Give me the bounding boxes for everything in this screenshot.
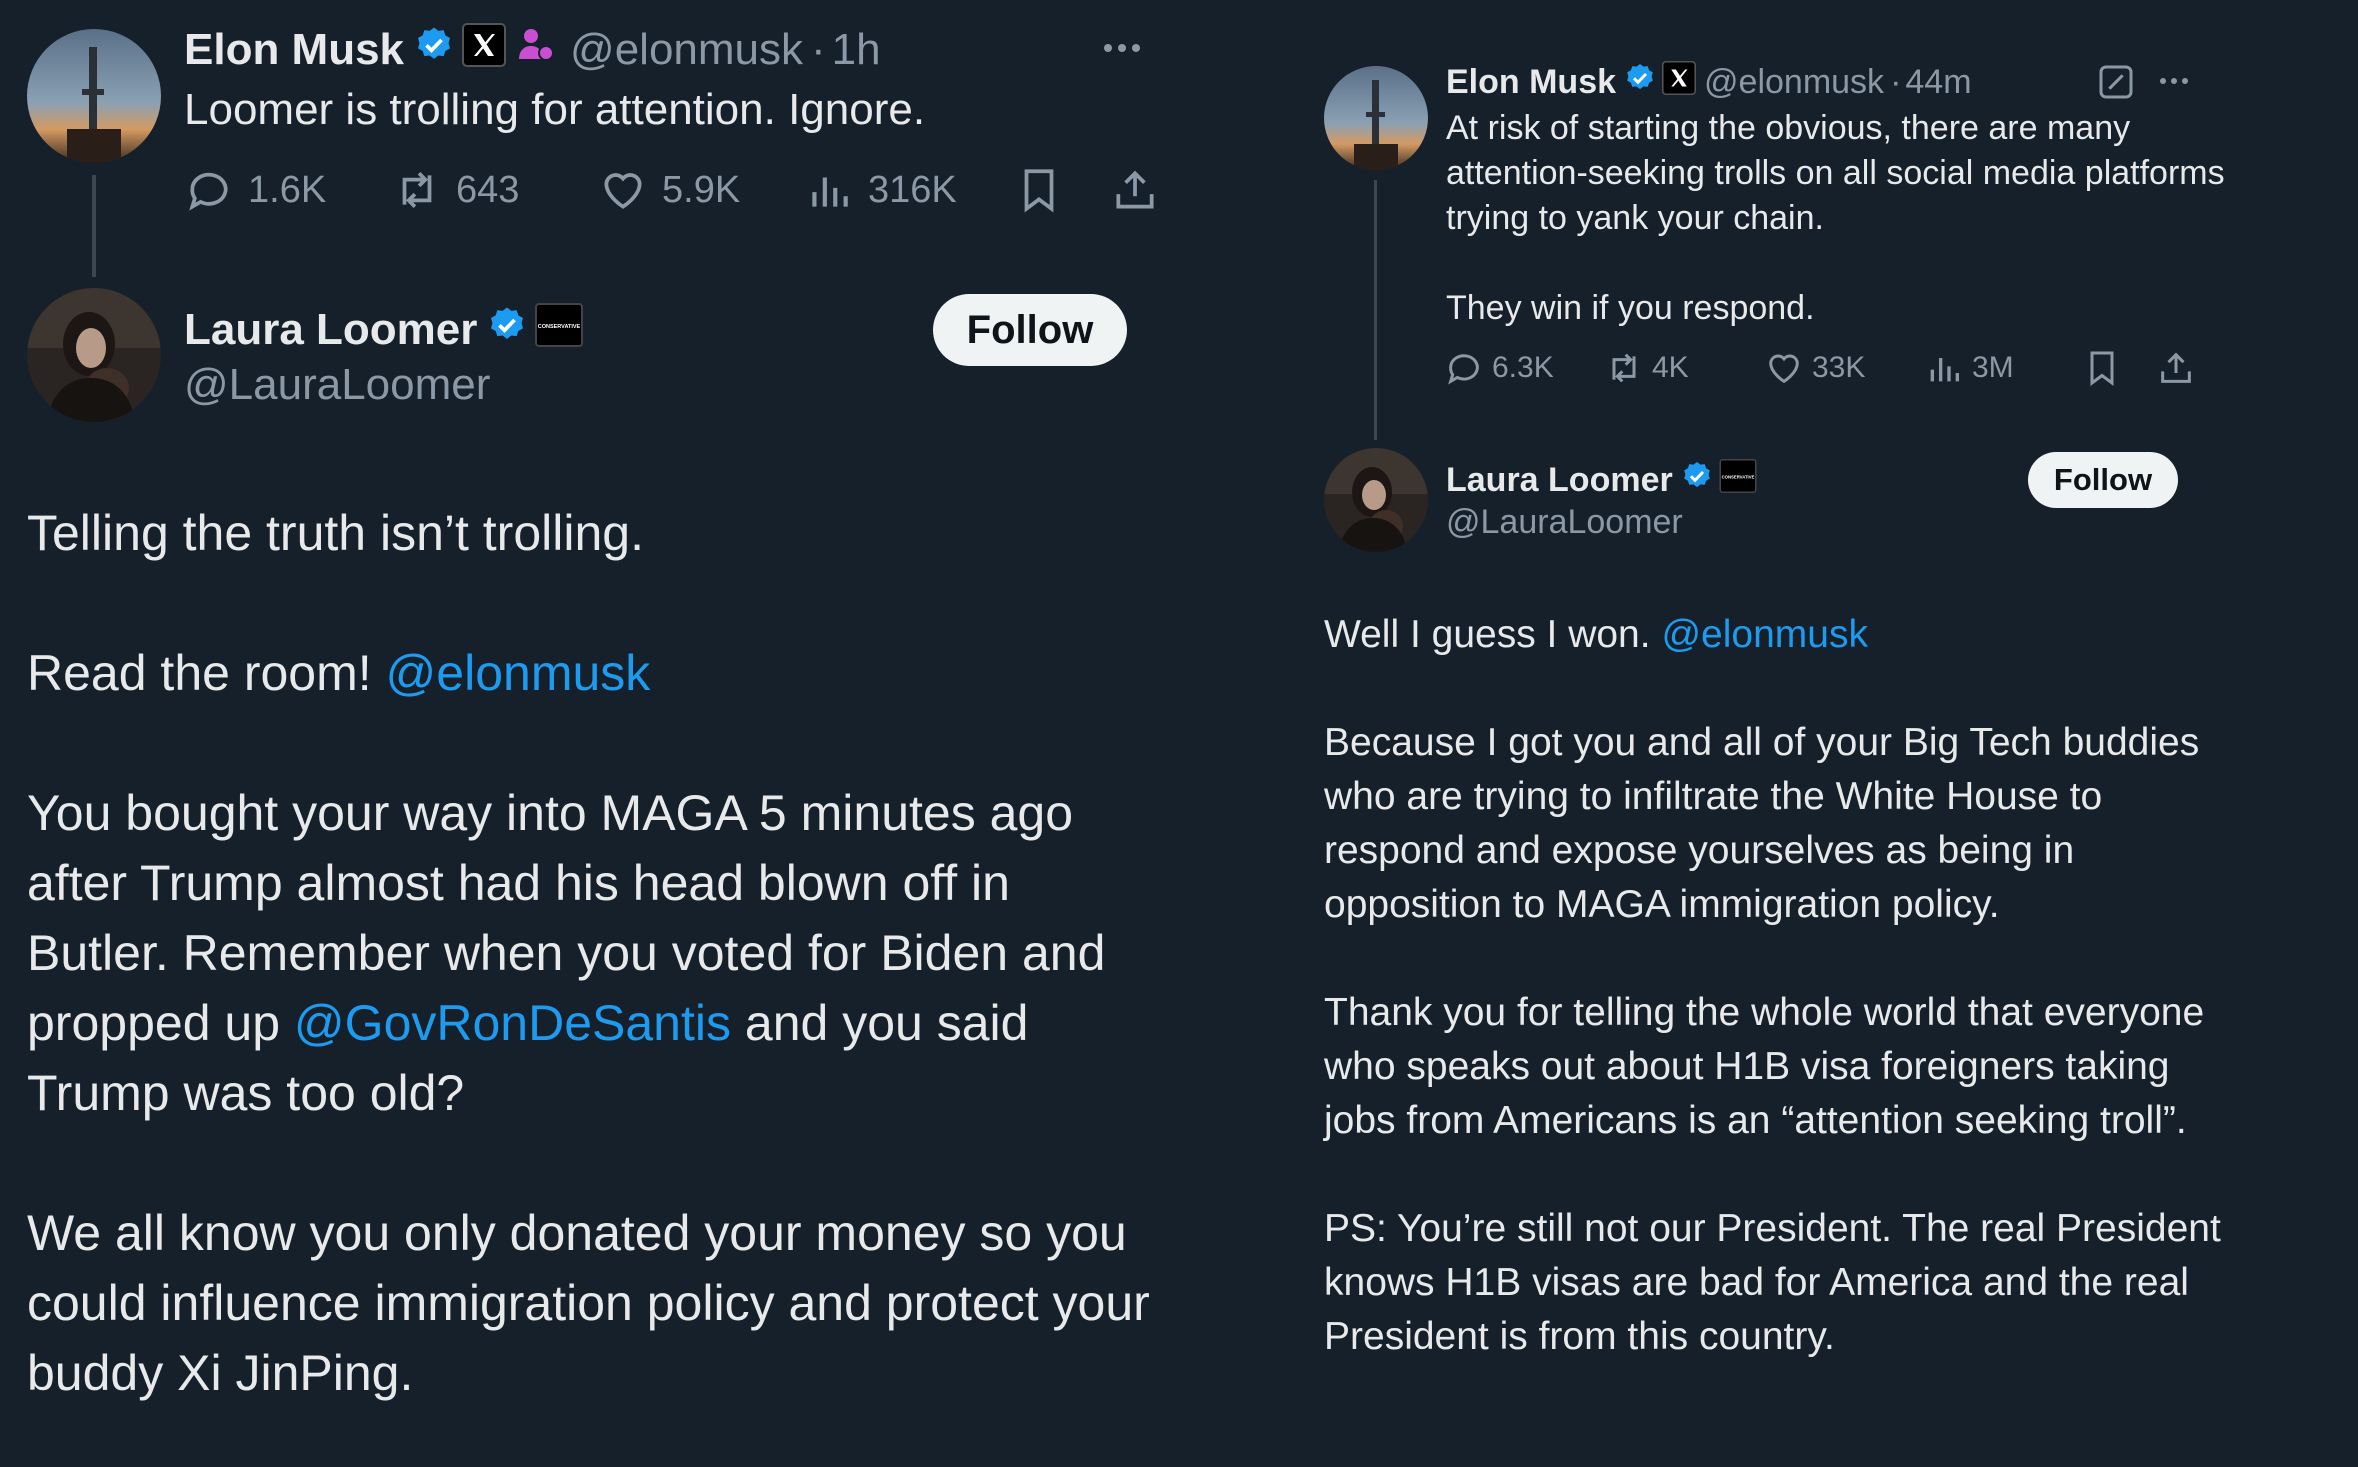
loomer-header: Laura Loomer CONSERVATIVE <box>184 302 584 358</box>
svg-text:CONSERVATIVE: CONSERVATIVE <box>538 324 581 330</box>
thread-line <box>1374 180 1377 440</box>
tweet-paragraph: Read the room! @elonmusk <box>27 638 1157 708</box>
views-count: 316K <box>868 168 957 211</box>
loomer-handle[interactable]: @LauraLoomer <box>1446 500 1683 544</box>
elon-action-bar: 1.6K 643 5.9K 316K <box>184 162 1160 218</box>
views-count: 3M <box>1972 351 2014 384</box>
bookmark-icon <box>2090 351 2114 386</box>
like-icon <box>1769 354 1799 384</box>
tweet-paragraph: At risk of starting the obvious, there a… <box>1446 109 2225 237</box>
tweet-paragraph: We all know you only donated your money … <box>27 1205 1150 1401</box>
repost-icon <box>1612 353 1636 383</box>
mention-link[interactable]: @elonmusk <box>386 645 651 701</box>
views-button[interactable]: 3M <box>1924 348 2082 388</box>
elon-handle[interactable]: @elonmusk <box>570 25 803 75</box>
mention-link[interactable]: @elonmusk <box>1661 613 1868 656</box>
views-button[interactable]: 316K <box>804 165 1014 215</box>
elon-name[interactable]: Elon Musk <box>184 25 404 75</box>
elon-avatar[interactable] <box>27 29 161 163</box>
repost-count: 4K <box>1652 351 1689 384</box>
svg-text:CONSERVATIVE: CONSERVATIVE <box>1721 474 1754 479</box>
affiliation-logo-icon[interactable]: CONSERVATIVE <box>1719 458 1757 502</box>
share-button[interactable] <box>1110 165 1160 215</box>
share-icon <box>1116 170 1154 209</box>
tweet-paragraph: Thank you for telling the whole world th… <box>1324 991 2205 1142</box>
affiliation-logo-icon[interactable]: CONSERVATIVE <box>535 302 584 358</box>
elon-name[interactable]: Elon Musk <box>1446 63 1616 102</box>
person-affiliate-icon[interactable] <box>516 25 556 76</box>
reply-icon <box>1448 354 1479 385</box>
like-count: 33K <box>1812 351 1866 384</box>
reply-count: 1.6K <box>248 168 327 211</box>
grok-icon[interactable] <box>2096 62 2136 107</box>
loomer-tweet-text: Well I guess I won. @elonmusk Because I … <box>1324 608 2224 1364</box>
repost-count: 643 <box>456 168 520 211</box>
loomer-avatar[interactable] <box>1324 448 1428 552</box>
views-icon <box>1930 358 1959 382</box>
verified-badge-icon <box>1624 62 1656 103</box>
elon-tweet-text: Loomer is trolling for attention. Ignore… <box>184 85 926 134</box>
loomer-handle[interactable]: @LauraLoomer <box>184 357 490 413</box>
tweet-paragraph: Well I guess I won. @elonmusk <box>1324 608 2224 662</box>
like-button[interactable]: 5.9K <box>598 165 804 215</box>
thread-line <box>92 175 96 277</box>
repost-button[interactable]: 643 <box>392 165 598 215</box>
repost-icon <box>402 172 432 208</box>
x-affiliation-icon[interactable] <box>1662 60 1697 104</box>
views-icon <box>812 177 848 207</box>
verified-badge-icon <box>1681 460 1713 501</box>
loomer-avatar[interactable] <box>27 288 161 422</box>
verified-badge-icon <box>487 305 527 356</box>
right-screenshot: Elon Musk @elonmusk · 44m At risk of sta… <box>1296 0 2236 1467</box>
tweet-paragraph: Because I got you and all of your Big Te… <box>1324 721 2200 926</box>
separator-dot: · <box>1890 62 1902 101</box>
paragraph-text: Well I guess I won. <box>1324 613 1651 656</box>
left-screenshot: Elon Musk @elonmusk · 1h Loomer is troll… <box>0 0 1172 1467</box>
loomer-header: Laura Loomer CONSERVATIVE <box>1446 458 1757 502</box>
verified-badge-icon <box>414 25 454 76</box>
reply-button[interactable]: 6.3K <box>1444 348 1604 388</box>
follow-button[interactable]: Follow <box>2028 452 2178 508</box>
follow-button[interactable]: Follow <box>933 294 1127 366</box>
like-button[interactable]: 33K <box>1764 348 1924 388</box>
bookmark-icon <box>1024 169 1054 213</box>
tweet-paragraph: They win if you respond. <box>1446 289 1815 327</box>
elon-action-bar: 6.3K 4K 33K 3M <box>1444 346 2196 390</box>
loomer-name[interactable]: Laura Loomer <box>1446 461 1673 500</box>
reply-count: 6.3K <box>1492 351 1554 384</box>
tweet-paragraph: PS: You’re still not our President. The … <box>1324 1207 2221 1358</box>
separator-dot: · <box>811 25 826 74</box>
elon-header: Elon Musk @elonmusk · 44m <box>1446 60 1972 104</box>
share-icon <box>2161 352 2191 383</box>
more-icon[interactable] <box>2160 78 2188 84</box>
reply-icon <box>189 172 228 211</box>
like-count: 5.9K <box>662 168 741 211</box>
share-button[interactable] <box>2156 348 2196 388</box>
tweet-paragraph: You bought your way into MAGA 5 minutes … <box>27 778 1157 1128</box>
elon-tweet-text: At risk of starting the obvious, there a… <box>1446 106 2226 331</box>
mention-link[interactable]: @GovRonDeSantis <box>294 995 731 1051</box>
tweet-time[interactable]: 44m <box>1905 63 1971 102</box>
elon-header: Elon Musk @elonmusk · 1h <box>184 22 881 78</box>
like-icon <box>604 173 642 209</box>
repost-button[interactable]: 4K <box>1604 348 1764 388</box>
bookmark-button[interactable] <box>2082 348 2156 388</box>
reply-button[interactable]: 1.6K <box>184 165 392 215</box>
tweet-paragraph: Telling the truth isn’t trolling. <box>27 505 644 561</box>
paragraph-text: Read the room! <box>27 645 372 701</box>
elon-avatar[interactable] <box>1324 66 1428 170</box>
tweet-time[interactable]: 1h <box>832 25 881 75</box>
more-icon[interactable] <box>1104 44 1140 52</box>
loomer-tweet-text: Telling the truth isn’t trolling. Read t… <box>27 498 1157 1408</box>
elon-handle[interactable]: @elonmusk <box>1704 63 1884 102</box>
loomer-name[interactable]: Laura Loomer <box>184 305 477 355</box>
x-affiliation-icon[interactable] <box>462 22 507 78</box>
bookmark-button[interactable] <box>1014 165 1110 215</box>
